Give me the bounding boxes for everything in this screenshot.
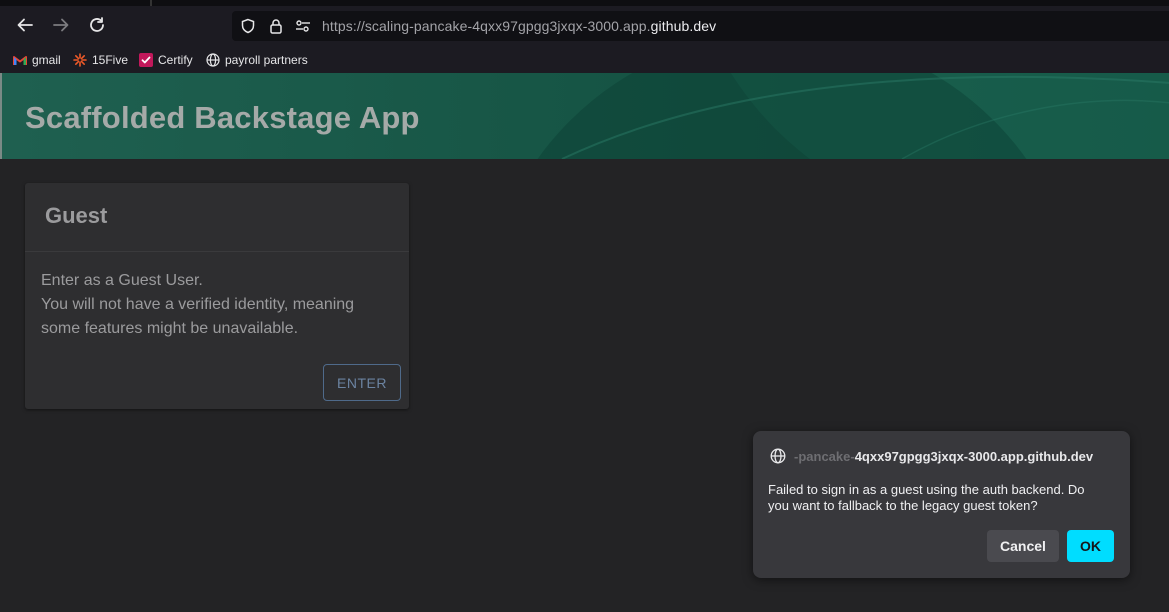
globe-icon: [769, 447, 787, 465]
origin-faded: -pancake-: [794, 448, 855, 464]
bookmark-payroll-partners[interactable]: payroll partners: [206, 52, 308, 68]
confirm-dialog: -pancake-4qxx97gpgg3jxqx-3000.app.github…: [753, 431, 1130, 578]
dialog-origin: -pancake-4qxx97gpgg3jxqx-3000.app.github…: [794, 449, 1093, 464]
origin-main: 4qxx97gpgg3jxqx-3000.app.github.dev: [854, 448, 1094, 464]
bookmarks-bar: gmail 15Five Certify payroll partners: [0, 47, 1169, 73]
tracking-shield-icon[interactable]: [239, 17, 257, 35]
back-arrow-icon: [17, 18, 33, 32]
back-button[interactable]: [14, 14, 36, 36]
message-line: you want to fallback to the legacy guest…: [768, 498, 1038, 513]
15five-icon: [73, 53, 87, 67]
dialog-message: Failed to sign in as a guest using the a…: [768, 482, 1113, 514]
globe-icon: [206, 53, 220, 67]
url-prefix: https://scaling-pancake-4qxx97gpgg3jxqx-…: [322, 18, 651, 34]
url-host: github.dev: [650, 18, 717, 34]
certify-check-icon: [139, 53, 153, 67]
url-bar[interactable]: https://scaling-pancake-4qxx97gpgg3jxqx-…: [232, 11, 1169, 41]
bookmark-gmail[interactable]: gmail: [13, 52, 61, 68]
gmail-icon: [13, 53, 27, 67]
message-line: Failed to sign in as a guest using the a…: [768, 482, 1085, 497]
bookmark-certify[interactable]: Certify: [139, 52, 193, 68]
guest-card-title: Guest: [45, 203, 108, 228]
guest-provider-card: Guest Enter as a Guest User. You will no…: [25, 183, 409, 409]
description-line: Enter as a Guest User.: [41, 272, 203, 289]
tab-strip: [0, 0, 1169, 6]
enter-button[interactable]: ENTER: [323, 364, 401, 401]
description-line: some features might be unavailable.: [41, 320, 299, 337]
browser-toolbar: https://scaling-pancake-4qxx97gpgg3jxqx-…: [0, 0, 1169, 47]
bookmark-label: 15Five: [92, 53, 129, 67]
reload-button[interactable]: [86, 14, 108, 36]
cancel-button[interactable]: Cancel: [987, 530, 1059, 562]
url-text[interactable]: https://scaling-pancake-4qxx97gpgg3jxqx-…: [322, 18, 716, 34]
app-title: Scaffolded Backstage App: [25, 100, 420, 135]
ok-button[interactable]: OK: [1067, 530, 1114, 562]
guest-card-description: Enter as a Guest User. You will not have…: [41, 269, 391, 341]
tab-separator: [150, 0, 152, 6]
app-header: Scaffolded Backstage App: [0, 73, 1169, 159]
reload-icon: [90, 17, 104, 32]
bookmark-label: gmail: [32, 53, 61, 67]
bookmark-15five[interactable]: 15Five: [73, 52, 128, 68]
description-line: You will not have a verified identity, m…: [41, 296, 355, 313]
lock-icon[interactable]: [267, 17, 285, 35]
forward-button[interactable]: [50, 14, 72, 36]
forward-arrow-icon: [53, 18, 69, 32]
dialog-header: -pancake-4qxx97gpgg3jxqx-3000.app.github…: [769, 447, 1093, 465]
bookmark-label: Certify: [158, 53, 193, 67]
bookmark-label: payroll partners: [225, 53, 308, 67]
card-divider: [25, 251, 409, 252]
site-permissions-icon[interactable]: [294, 17, 312, 35]
